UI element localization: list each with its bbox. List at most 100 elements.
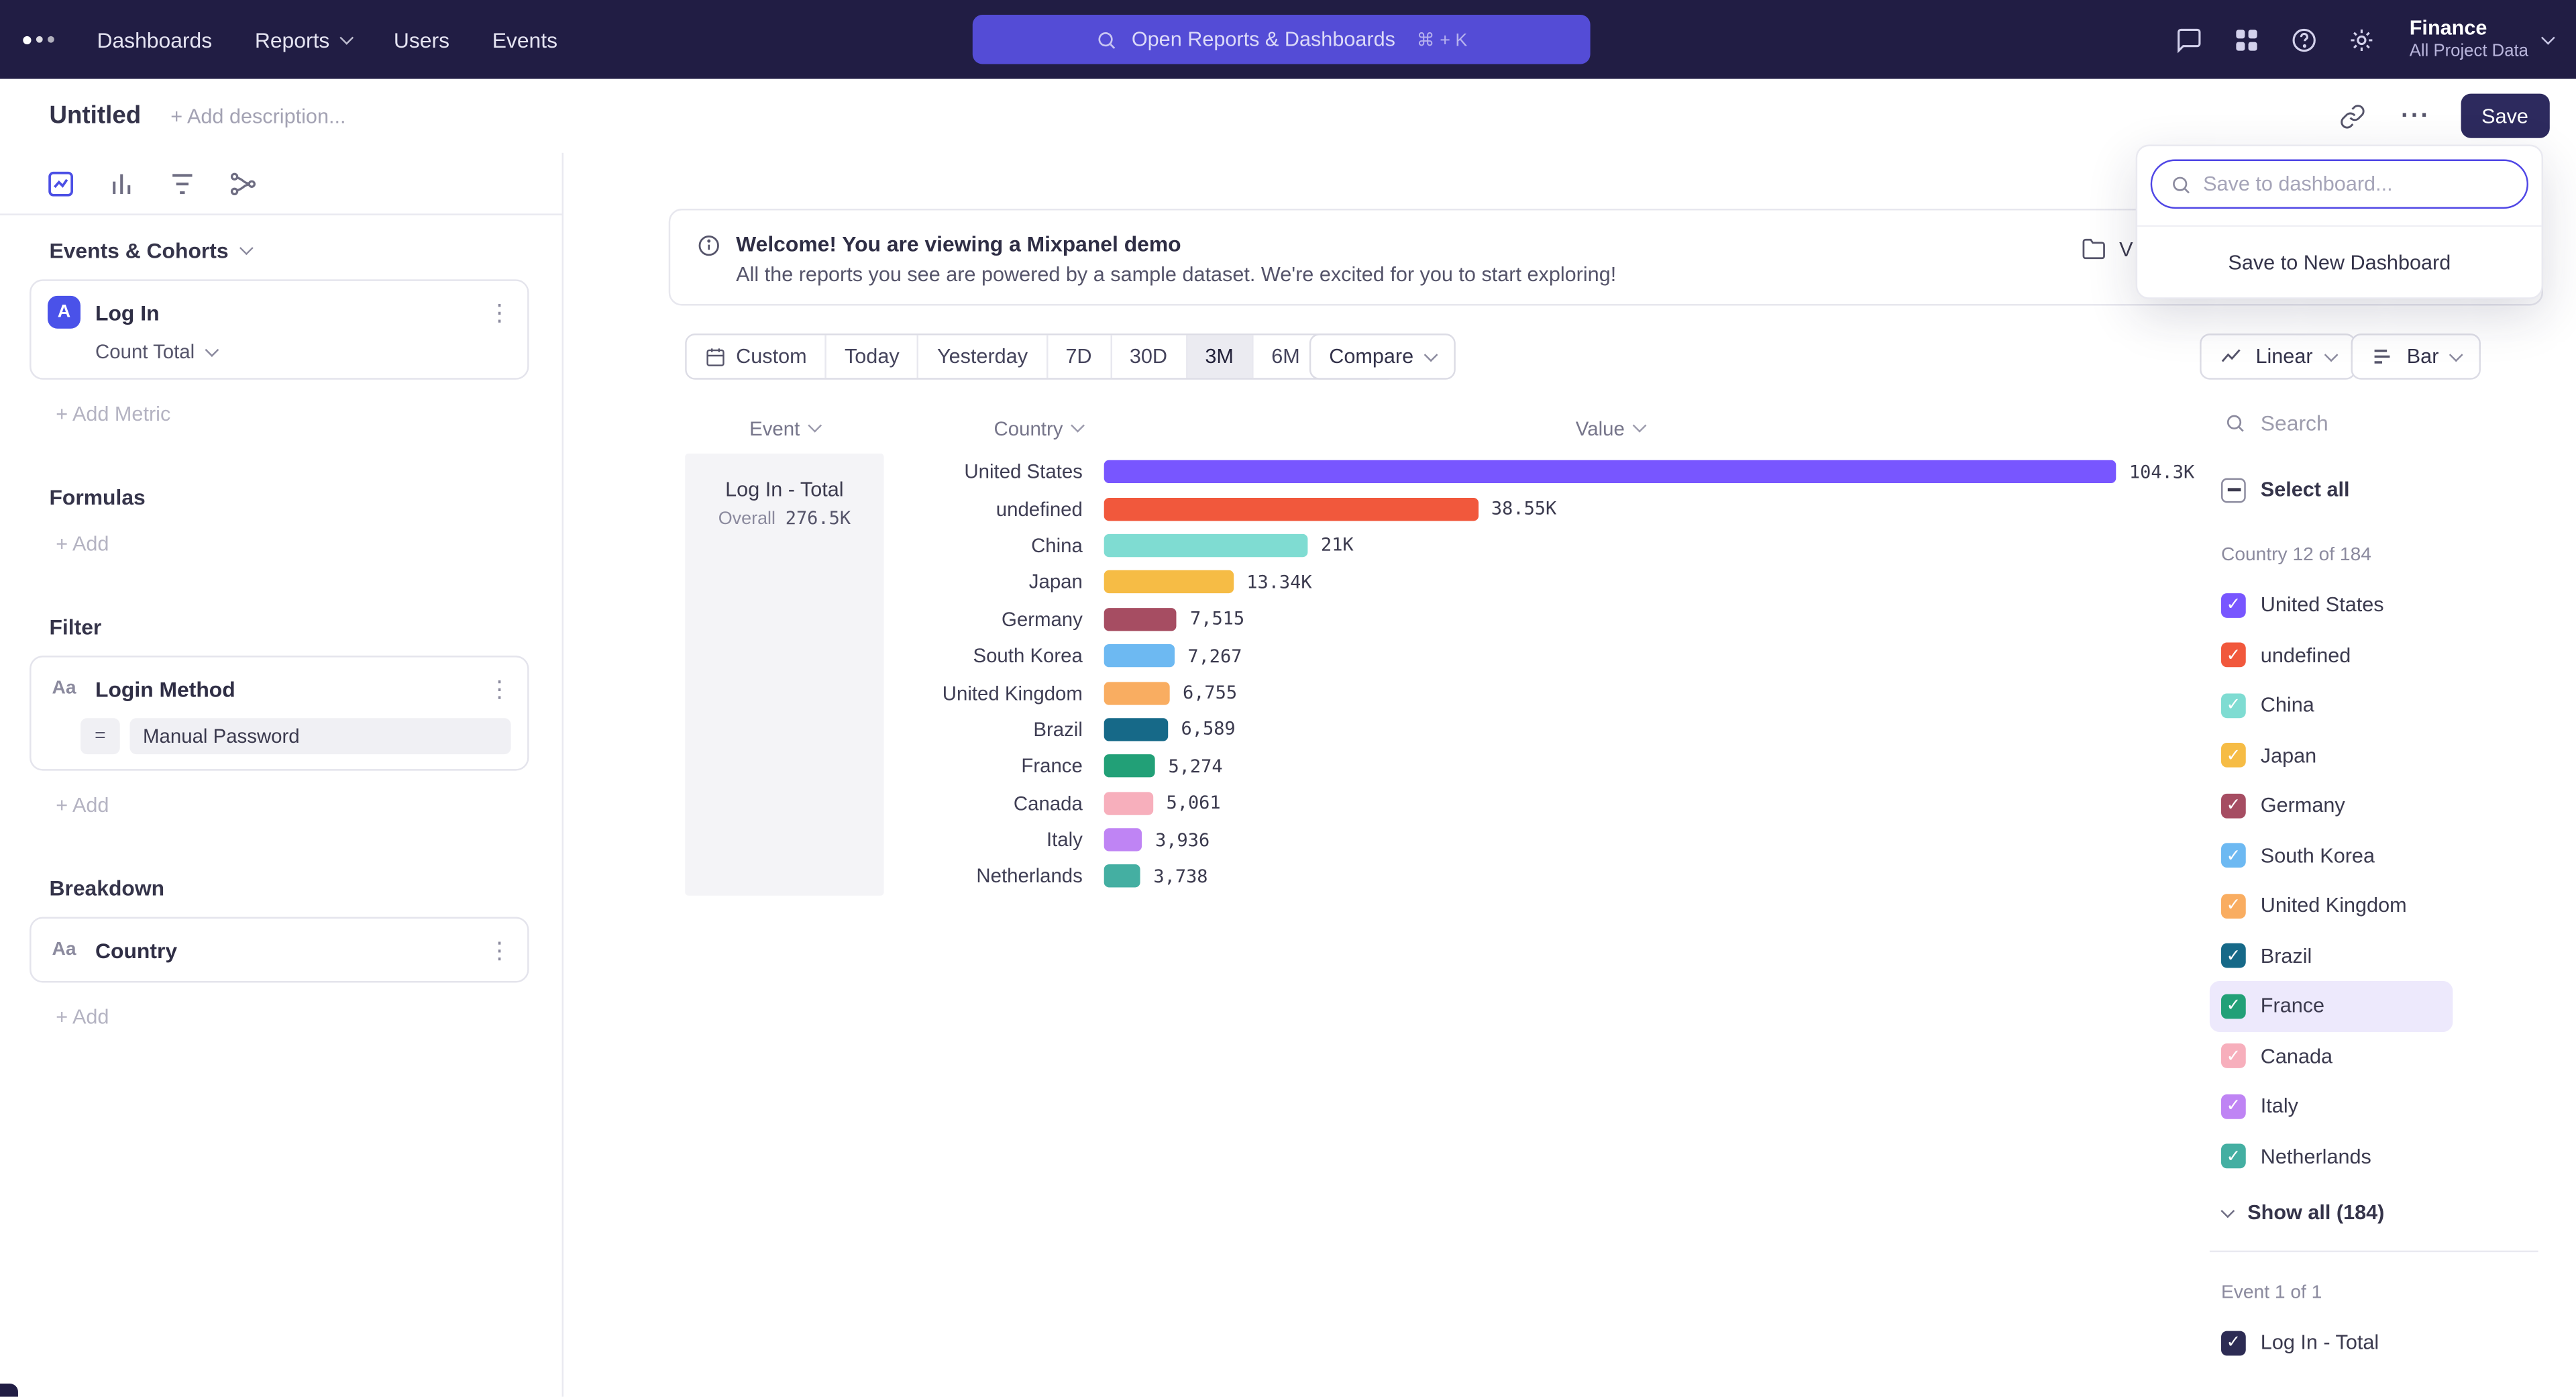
- global-search-button[interactable]: Open Reports & Dashboards ⌘ + K: [973, 15, 1591, 64]
- column-header-country[interactable]: Country: [884, 417, 1083, 440]
- event-series-cell[interactable]: Log In - Total Overall 276.5K: [685, 454, 883, 896]
- search-icon: [1095, 29, 1117, 50]
- panel-search[interactable]: [2210, 395, 2576, 449]
- funnel-tab-icon[interactable]: [168, 168, 197, 198]
- compare-button[interactable]: Compare: [1309, 333, 1456, 380]
- checkbox-checked-icon[interactable]: ✓: [2221, 1144, 2246, 1169]
- more-options-icon[interactable]: ···: [2396, 96, 2436, 136]
- event-filter-checkbox[interactable]: ✓: [2221, 1331, 2246, 1355]
- checkbox-checked-icon[interactable]: ✓: [2221, 943, 2246, 968]
- bar[interactable]: [1104, 829, 1142, 851]
- events-cohorts-heading[interactable]: Events & Cohorts: [49, 238, 561, 263]
- filter-value-input[interactable]: [129, 718, 511, 754]
- chart-row: undefined 38.55K: [884, 490, 2195, 527]
- date-range-custom[interactable]: Custom: [687, 335, 825, 378]
- country-filter-france[interactable]: ✓ France: [2210, 981, 2453, 1031]
- filter-operator[interactable]: =: [80, 718, 120, 754]
- insights-tab-icon[interactable]: [46, 168, 76, 198]
- bar[interactable]: [1104, 460, 2116, 483]
- kebab-menu-icon[interactable]: ⋮: [488, 936, 511, 964]
- breakdown-property-name[interactable]: Country: [95, 937, 473, 962]
- bar[interactable]: [1104, 865, 1140, 888]
- column-header-value[interactable]: Value: [1104, 417, 2116, 440]
- country-filter-undefined[interactable]: ✓ undefined: [2210, 630, 2453, 680]
- add-description-button[interactable]: + Add description...: [170, 105, 345, 127]
- project-selector[interactable]: Finance All Project Data: [2410, 17, 2553, 62]
- add-breakdown-button[interactable]: + Add: [56, 1006, 109, 1029]
- checkbox-checked-icon[interactable]: ✓: [2221, 1094, 2246, 1119]
- report-title[interactable]: Untitled: [49, 102, 141, 130]
- save-to-new-dashboard-item[interactable]: Save to New Dashboard: [2137, 225, 2541, 298]
- checkbox-checked-icon[interactable]: ✓: [2221, 1044, 2246, 1069]
- help-icon[interactable]: [2290, 25, 2319, 54]
- nav-item-events[interactable]: Events: [476, 17, 574, 62]
- settings-gear-icon[interactable]: [2347, 25, 2377, 54]
- bar[interactable]: [1104, 681, 1170, 704]
- country-filter-japan[interactable]: ✓ Japan: [2210, 731, 2453, 781]
- checkbox-checked-icon[interactable]: ✓: [2221, 843, 2246, 868]
- metric-event-name[interactable]: Log In: [95, 300, 473, 325]
- checkbox-checked-icon[interactable]: ✓: [2221, 592, 2246, 617]
- add-filter-button[interactable]: + Add: [56, 794, 109, 817]
- bar-value-label: 6,589: [1181, 719, 1236, 740]
- nav-item-users[interactable]: Users: [377, 17, 466, 62]
- flows-tab-icon[interactable]: [228, 168, 258, 198]
- save-button[interactable]: Save: [2460, 94, 2549, 138]
- bar[interactable]: [1104, 534, 1308, 557]
- bar-chart-tab-icon[interactable]: [107, 168, 136, 198]
- date-range-6m[interactable]: 6M: [1252, 335, 1318, 378]
- bar[interactable]: [1104, 571, 1234, 594]
- checkbox-checked-icon[interactable]: ✓: [2221, 743, 2246, 768]
- kebab-menu-icon[interactable]: ⋮: [488, 674, 511, 703]
- kebab-menu-icon[interactable]: ⋮: [488, 298, 511, 326]
- bar[interactable]: [1104, 644, 1175, 667]
- apps-grid-icon[interactable]: [2232, 25, 2261, 54]
- dashboard-search-field[interactable]: [2151, 160, 2528, 209]
- chart-mode-button[interactable]: Linear: [2200, 333, 2355, 380]
- checkbox-checked-icon[interactable]: ✓: [2221, 894, 2246, 919]
- column-header-event[interactable]: Event: [685, 417, 883, 440]
- add-metric-button[interactable]: + Add Metric: [56, 403, 170, 425]
- aggregation-selector[interactable]: Count Total: [95, 340, 216, 363]
- filter-card: Aa Login Method ⋮ =: [30, 656, 529, 770]
- date-range-yesterday[interactable]: Yesterday: [918, 335, 1046, 378]
- checkbox-checked-icon[interactable]: ✓: [2221, 793, 2246, 818]
- event-filter-row[interactable]: ✓ Log In - Total: [2210, 1318, 2453, 1368]
- country-filter-united-states[interactable]: ✓ United States: [2210, 580, 2453, 630]
- add-formula-button[interactable]: + Add: [56, 532, 109, 555]
- date-range-today[interactable]: Today: [825, 335, 918, 378]
- country-filter-south-korea[interactable]: ✓ South Korea: [2210, 831, 2453, 881]
- bar[interactable]: [1104, 608, 1177, 631]
- checkbox-checked-icon[interactable]: ✓: [2221, 994, 2246, 1019]
- country-filter-brazil[interactable]: ✓ Brazil: [2210, 931, 2453, 981]
- checkbox-indeterminate-icon[interactable]: [2221, 477, 2246, 502]
- country-filter-germany[interactable]: ✓ Germany: [2210, 780, 2453, 831]
- country-filter-china[interactable]: ✓ China: [2210, 680, 2453, 731]
- country-filter-netherlands[interactable]: ✓ Netherlands: [2210, 1131, 2453, 1182]
- filter-property-name[interactable]: Login Method: [95, 676, 473, 701]
- panel-search-input[interactable]: [2261, 411, 2507, 435]
- date-range-30d[interactable]: 30D: [1110, 335, 1185, 378]
- date-range-3m[interactable]: 3M: [1185, 335, 1252, 378]
- date-range-7d[interactable]: 7D: [1046, 335, 1110, 378]
- feedback-icon[interactable]: [2175, 25, 2204, 54]
- show-all-button[interactable]: Show all (184): [2210, 1188, 2576, 1237]
- copy-link-icon[interactable]: [2332, 96, 2371, 136]
- bar[interactable]: [1104, 497, 1479, 520]
- bar[interactable]: [1104, 755, 1155, 778]
- country-filter-italy[interactable]: ✓ Italy: [2210, 1081, 2453, 1131]
- nav-item-dashboards[interactable]: Dashboards: [80, 17, 229, 62]
- bar[interactable]: [1104, 718, 1168, 741]
- nav-item-reports[interactable]: Reports: [238, 17, 367, 62]
- dashboard-search-input[interactable]: [2203, 172, 2509, 195]
- mixpanel-logo[interactable]: [23, 23, 54, 56]
- select-all-row[interactable]: Select all: [2210, 465, 2576, 514]
- banner-action-button[interactable]: V: [2082, 237, 2133, 262]
- country-filter-canada[interactable]: ✓ Canada: [2210, 1031, 2453, 1082]
- country-filter-united-kingdom[interactable]: ✓ United Kingdom: [2210, 881, 2453, 931]
- checkbox-checked-icon[interactable]: ✓: [2221, 643, 2246, 668]
- chevron-down-icon: [2220, 1203, 2235, 1217]
- bar[interactable]: [1104, 792, 1153, 815]
- chart-type-button[interactable]: Bar: [2351, 333, 2481, 380]
- checkbox-checked-icon[interactable]: ✓: [2221, 693, 2246, 718]
